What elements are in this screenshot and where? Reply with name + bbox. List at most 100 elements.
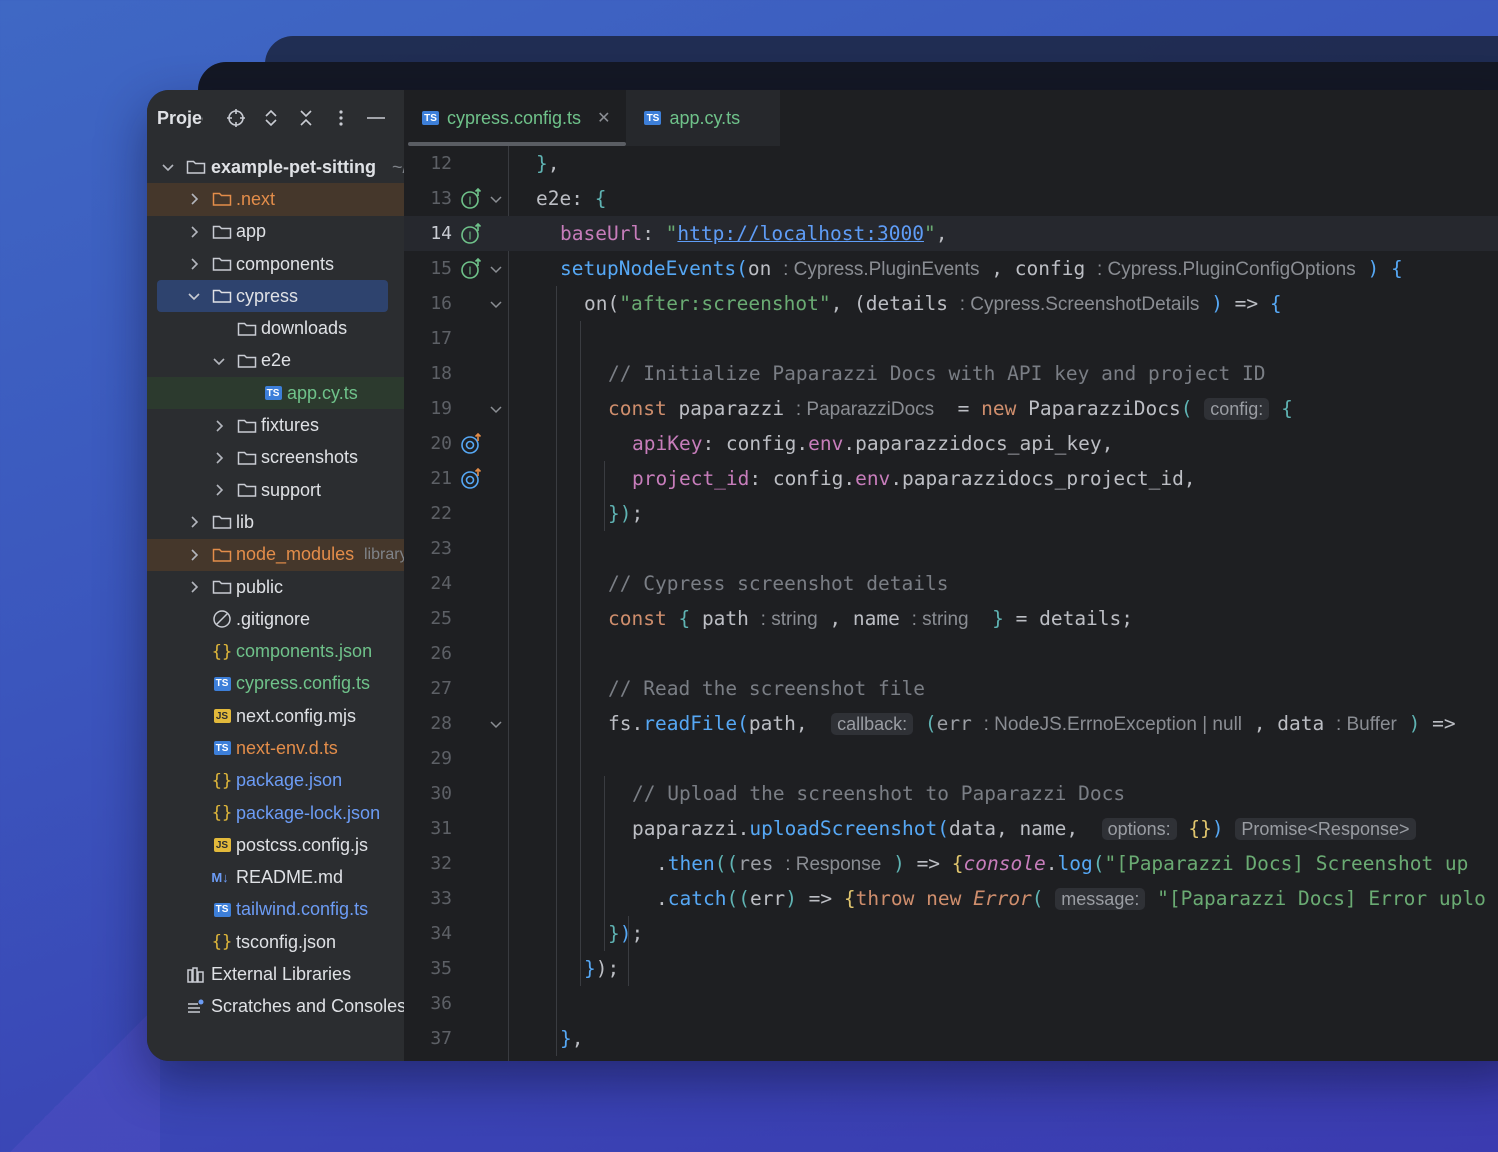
- ts-file-icon: TS: [422, 111, 439, 125]
- tree-item-package-json[interactable]: {} package.json: [147, 765, 404, 797]
- tree-item-readme-md[interactable]: M↓ README.md: [147, 862, 404, 894]
- editor: TS cypress.config.ts ✕ TS app.cy.ts 12 }…: [404, 90, 1498, 1061]
- param-hint: options:: [1101, 818, 1177, 840]
- override-icon[interactable]: [459, 431, 485, 457]
- tree-item-tsconfig-json[interactable]: {} tsconfig.json: [147, 926, 404, 958]
- tree-item-cypress[interactable]: cypress: [157, 280, 388, 313]
- code-line: 21 project_id: config.env.paparazzidocs_…: [404, 461, 1498, 496]
- ts-test-file-icon: TS: [644, 111, 662, 125]
- code-line: 37 },: [404, 1021, 1498, 1056]
- tree-item-label: next.config.mjs: [236, 705, 357, 726]
- tree-item-app-cy-ts[interactable]: TS app.cy.ts: [147, 377, 404, 410]
- fold-icon[interactable]: [488, 261, 504, 277]
- tree-item-components-json[interactable]: {} components.json: [147, 635, 404, 667]
- tree-item-support[interactable]: support: [147, 474, 404, 506]
- code-area[interactable]: 12 }, 13 I e2e: { 14 I baseUrl: "http://…: [404, 146, 1498, 1061]
- tab-app-cy-ts[interactable]: TS app.cy.ts: [626, 90, 781, 146]
- tree-item-gitignore[interactable]: .gitignore: [147, 603, 404, 635]
- folder-icon: [211, 512, 233, 532]
- tree-item-cypress-config-ts[interactable]: TS cypress.config.ts: [147, 668, 404, 700]
- editor-tabs: TS cypress.config.ts ✕ TS app.cy.ts: [404, 90, 1498, 146]
- close-icon[interactable]: ✕: [597, 108, 610, 128]
- chevron-right-icon[interactable]: [187, 580, 201, 594]
- ts-file-icon: TS: [211, 900, 233, 920]
- implements-icon[interactable]: I: [459, 221, 485, 247]
- chevron-right-icon[interactable]: [187, 225, 201, 239]
- tree-item-next[interactable]: .next: [147, 183, 404, 216]
- url-link[interactable]: http://localhost:3000: [677, 222, 924, 245]
- string-literal: "[Paparazzi Docs] Error uplo: [1157, 887, 1486, 910]
- tree-item-label: components.json: [236, 641, 373, 662]
- line-number: 37: [430, 1028, 452, 1049]
- type-hint: : Cypress.ScreenshotDetails: [959, 293, 1200, 315]
- tree-item-public[interactable]: public: [147, 571, 404, 603]
- chevron-right-icon[interactable]: [212, 451, 226, 465]
- tree-item-postcss-config-js[interactable]: JS postcss.config.js: [147, 829, 404, 861]
- tree-item-screenshots[interactable]: screenshots: [147, 442, 404, 474]
- code-line: 32 .then((res : Response ) => {console.l…: [404, 846, 1498, 881]
- code-text: const { path : string , name : string } …: [608, 606, 1134, 630]
- collapse-all-icon[interactable]: [295, 108, 316, 129]
- tree-item-package-lock-json[interactable]: {} package-lock.json: [147, 797, 404, 829]
- tree-item-scratches[interactable]: Scratches and Consoles: [147, 991, 404, 1023]
- chevron-right-icon[interactable]: [212, 419, 226, 433]
- chevron-right-icon[interactable]: [187, 548, 201, 562]
- code-line: 27 // Read the screenshot file: [404, 671, 1498, 706]
- tab-label: app.cy.ts: [669, 107, 741, 128]
- folder-icon: [211, 545, 233, 565]
- code-line: 26: [404, 636, 1498, 671]
- chevron-down-icon[interactable]: [187, 289, 201, 303]
- project-panel-header: Project: [147, 90, 404, 146]
- tree-item-label: app: [236, 221, 267, 242]
- tree-item-downloads[interactable]: downloads: [147, 312, 404, 344]
- fold-icon[interactable]: [488, 296, 504, 312]
- folder-icon: [185, 157, 207, 177]
- tree-item-tailwind-config-ts[interactable]: TS tailwind.config.ts: [147, 894, 404, 926]
- more-options-icon[interactable]: [330, 108, 351, 129]
- chevron-down-icon[interactable]: [212, 354, 226, 368]
- tree-item-root[interactable]: example-pet-sitting ~/: [147, 151, 404, 183]
- chevron-right-icon[interactable]: [187, 515, 201, 529]
- tree-item-label: node_modules: [236, 544, 355, 565]
- line-number: 30: [430, 783, 452, 804]
- folder-icon: [211, 577, 233, 597]
- chevron-down-icon[interactable]: [161, 160, 175, 174]
- tree-item-components[interactable]: components: [147, 248, 404, 280]
- code-text: setupNodeEvents(on : Cypress.PluginEvent…: [560, 256, 1403, 280]
- tree-item-node-modules[interactable]: node_modules library root: [147, 538, 404, 571]
- fold-icon[interactable]: [488, 191, 504, 207]
- project-tree: example-pet-sitting ~/ .next app compone…: [147, 151, 404, 1023]
- tab-cypress-config-ts[interactable]: TS cypress.config.ts ✕: [404, 90, 627, 146]
- code-line: 18 // Initialize Paparazzi Docs with API…: [404, 356, 1498, 391]
- implements-icon[interactable]: I: [459, 186, 485, 212]
- minimize-icon[interactable]: [365, 108, 386, 129]
- implements-icon[interactable]: I: [459, 256, 485, 282]
- locate-icon[interactable]: [225, 108, 246, 129]
- js-file-icon: JS: [211, 835, 233, 855]
- line-number: 20: [430, 433, 452, 454]
- tree-item-app[interactable]: app: [147, 216, 404, 248]
- chevron-right-icon[interactable]: [187, 257, 201, 271]
- fold-icon[interactable]: [488, 401, 504, 417]
- type-hint: : Cypress.PluginConfigOptions: [1096, 258, 1356, 280]
- code-comment: // Cypress screenshot details: [608, 572, 949, 595]
- code-line: 25 const { path : string , name : string…: [404, 601, 1498, 636]
- tree-item-external-libraries[interactable]: External Libraries: [147, 958, 404, 990]
- tree-item-next-config-mjs[interactable]: JS next.config.mjs: [147, 700, 404, 732]
- tree-item-next-env-d-ts[interactable]: TS next-env.d.ts: [147, 732, 404, 764]
- code-line: 16 on("after:screenshot", (details : Cyp…: [404, 286, 1498, 321]
- string-literal: "after:screenshot": [619, 291, 831, 315]
- line-number: 13: [430, 188, 452, 209]
- tree-item-fixtures[interactable]: fixtures: [147, 409, 404, 441]
- chevron-right-icon[interactable]: [212, 483, 226, 497]
- tree-item-e2e[interactable]: e2e: [147, 345, 404, 377]
- chevron-right-icon[interactable]: [187, 192, 201, 206]
- line-number: 22: [430, 503, 452, 524]
- tree-item-lib[interactable]: lib: [147, 506, 404, 538]
- override-icon[interactable]: [459, 466, 485, 492]
- expand-all-icon[interactable]: [260, 108, 281, 129]
- js-file-icon: JS: [211, 706, 233, 726]
- fold-icon[interactable]: [488, 716, 504, 732]
- ignore-file-icon: [211, 609, 233, 629]
- line-number: 36: [430, 993, 452, 1014]
